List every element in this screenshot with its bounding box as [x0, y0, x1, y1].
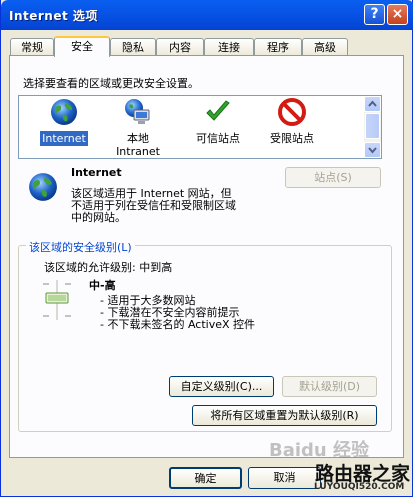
- tab-connections[interactable]: 连接: [204, 38, 254, 56]
- custom-level-button[interactable]: 自定义级别(C)...: [169, 376, 274, 397]
- zone-label-internet: Internet: [40, 131, 88, 146]
- scroll-down-button[interactable]: [364, 142, 381, 158]
- no-entry-icon: [278, 98, 306, 126]
- local-intranet-icon: [125, 99, 150, 124]
- globe-icon: [51, 99, 77, 125]
- zone-description-line3: 中的网站。: [71, 211, 126, 224]
- scroll-thumb[interactable]: [365, 113, 380, 139]
- tab-general[interactable]: 常规: [10, 38, 54, 56]
- close-button[interactable]: ×: [387, 4, 408, 25]
- help-button[interactable]: ?: [364, 4, 385, 25]
- level-bullet-3: - 不下载未签名的 ActiveX 控件: [100, 318, 256, 331]
- zone-list-scrollbar[interactable]: [364, 96, 381, 158]
- security-level-slider[interactable]: [41, 278, 81, 322]
- zone-trusted-sites[interactable]: 可信站点: [183, 98, 253, 156]
- internet-options-window: Internet 选项 ? × 常规 安全 隐私 内容 连接 程序 高级 选择要…: [0, 0, 413, 497]
- scroll-up-button[interactable]: [364, 96, 381, 112]
- window-title: Internet 选项: [9, 9, 98, 23]
- tab-advanced[interactable]: 高级: [302, 38, 348, 56]
- zone-restricted-sites[interactable]: 受限站点: [257, 98, 327, 156]
- zone-name: Internet: [71, 166, 122, 179]
- zone-local-intranet[interactable]: 本地 Intranet: [103, 98, 173, 158]
- ok-button[interactable]: 确定: [169, 467, 242, 489]
- checkmark-icon: [206, 100, 230, 121]
- zone-instruction: 选择要查看的区域或更改安全设置。: [23, 77, 199, 90]
- security-level-title: 该区域的安全级别(L): [26, 239, 135, 255]
- zone-list[interactable]: Internet 本地 Intranet 可信站点 受限站点: [18, 95, 382, 159]
- cancel-button[interactable]: 取消: [248, 467, 321, 489]
- zone-internet[interactable]: Internet: [29, 98, 99, 156]
- sites-button[interactable]: 站点(S): [285, 167, 381, 188]
- title-bar[interactable]: Internet 选项 ? ×: [1, 0, 413, 30]
- zone-label-restricted-sites: 受限站点: [270, 132, 314, 145]
- chevron-up-icon: [368, 100, 377, 107]
- allowed-levels-text: 该区域的允许级别: 中到高: [44, 261, 173, 274]
- default-level-button[interactable]: 默认级别(D): [282, 376, 377, 397]
- selected-zone-globe-icon: [29, 173, 57, 201]
- level-name: 中-高: [89, 279, 116, 292]
- zone-label-local-intranet: 本地 Intranet: [116, 132, 160, 158]
- tab-programs[interactable]: 程序: [254, 38, 302, 56]
- zone-label-trusted-sites: 可信站点: [196, 132, 240, 145]
- router-url-watermark: LUYOUQI520.COM: [314, 482, 405, 492]
- tab-security[interactable]: 安全: [54, 36, 110, 57]
- tab-privacy[interactable]: 隐私: [110, 38, 156, 56]
- chevron-down-icon: [368, 147, 377, 154]
- reset-all-zones-button[interactable]: 将所有区域重置为默认级别(R): [192, 405, 377, 426]
- tab-content[interactable]: 内容: [156, 38, 204, 56]
